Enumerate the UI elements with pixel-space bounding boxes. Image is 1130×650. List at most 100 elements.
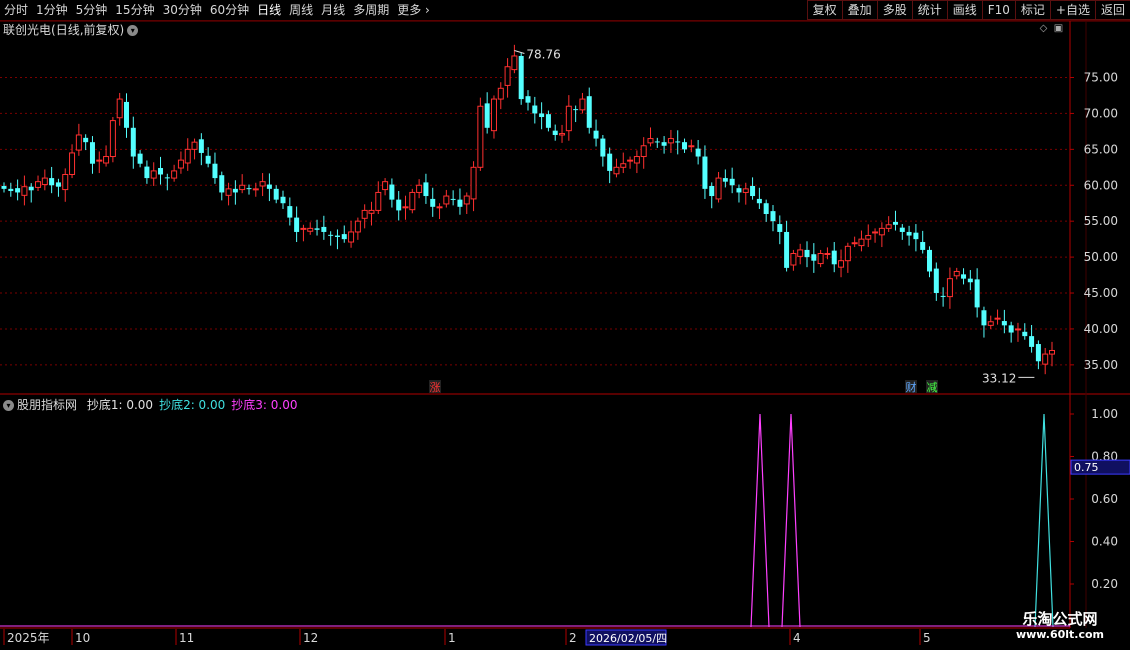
candle-body <box>736 188 742 193</box>
candle-body <box>790 253 797 266</box>
candle-body <box>504 66 511 86</box>
candle-body <box>865 235 872 240</box>
candle-body <box>8 188 14 192</box>
candle-body <box>55 182 61 187</box>
candle-body <box>709 185 715 197</box>
candle-body <box>552 130 558 135</box>
indicator-y-label: 1.00 <box>1091 407 1118 421</box>
event-marker: 减 <box>927 381 938 394</box>
candle-body <box>559 133 566 136</box>
candle-body <box>225 188 232 196</box>
candle-body <box>961 274 967 279</box>
chart-canvas: 75.00 70.00 65.00 60.00 55.00 50.00 45.00 40.00… <box>0 20 1130 646</box>
candle-body <box>1035 344 1041 362</box>
candle-body <box>607 153 613 171</box>
x-axis-label: 2 <box>569 631 577 645</box>
candle-body <box>545 114 551 128</box>
candle-body <box>688 145 695 148</box>
cursor-date: 2026/02/05/四 <box>589 632 667 645</box>
candle-body <box>368 209 375 214</box>
candle-body <box>974 279 980 308</box>
candle-body <box>633 156 640 164</box>
candle-body <box>361 209 368 219</box>
candle-body <box>137 153 143 164</box>
x-axis-label: 10 <box>75 631 90 645</box>
candle-body <box>49 178 55 186</box>
candle-body <box>463 195 470 205</box>
candle-body <box>804 249 810 258</box>
candle-body <box>490 98 497 132</box>
x-axis-label: 5 <box>923 631 931 645</box>
candle-body <box>436 206 443 209</box>
candle-body <box>647 138 654 144</box>
candle-body <box>219 175 225 193</box>
indicator-y-label: 0.40 <box>1091 535 1118 549</box>
candle-body <box>266 184 272 189</box>
candle-body <box>103 156 110 164</box>
candle-body <box>259 181 266 187</box>
watermark-title: 乐淘公式网 <box>1022 610 1098 628</box>
candle-body <box>246 188 252 190</box>
candle-body <box>341 234 347 240</box>
candle-body <box>470 166 477 200</box>
indicator-y-label: 0.60 <box>1091 492 1118 506</box>
candle-body <box>539 113 545 118</box>
candle-body <box>667 138 674 144</box>
candle-body <box>906 231 912 236</box>
x-axis-label: 11 <box>179 631 194 645</box>
candle-body <box>443 195 450 205</box>
event-marker: 涨 <box>430 381 441 394</box>
candle-body <box>885 224 892 229</box>
candle-body <box>184 148 191 164</box>
candle-body <box>158 168 164 175</box>
y-axis-label: 65.00 <box>1084 142 1118 156</box>
candle-body <box>1029 336 1035 347</box>
candle-body <box>252 188 259 191</box>
candle-body <box>858 238 865 247</box>
candle-body <box>682 142 688 150</box>
candle-body <box>586 96 592 128</box>
candle-body <box>287 206 293 218</box>
candle-body <box>967 278 973 283</box>
candle-body <box>722 178 728 182</box>
candle-body <box>981 310 987 326</box>
candle-body <box>899 227 905 232</box>
candle-body <box>892 221 898 225</box>
indicator-spike-2 <box>1034 413 1054 628</box>
y-axis-label: 35.00 <box>1084 358 1118 372</box>
candle-body <box>354 220 361 233</box>
candle-body <box>844 245 851 262</box>
candle-body <box>750 185 756 197</box>
candle-body <box>872 231 879 234</box>
candle-body <box>729 178 735 186</box>
candle-body <box>314 228 320 230</box>
candle-body <box>940 295 946 297</box>
candle-body <box>675 141 681 143</box>
candle-body <box>1042 353 1049 365</box>
candle-body <box>1008 325 1014 333</box>
candle-body <box>627 159 634 162</box>
candle-body <box>1 185 7 189</box>
candle-body <box>878 227 885 236</box>
candle-body <box>328 234 334 236</box>
candle-body <box>15 188 21 193</box>
candle-body <box>416 184 423 193</box>
candle-body <box>525 96 531 103</box>
candle-body <box>307 227 314 232</box>
candle-body <box>477 105 484 168</box>
candle-body <box>620 163 627 168</box>
candle-body <box>987 321 994 326</box>
candle-body <box>1001 321 1007 326</box>
candle-body <box>511 55 518 71</box>
candle-body <box>715 177 722 200</box>
candle-body <box>171 170 178 179</box>
candle-body <box>83 137 89 143</box>
candle-body <box>294 217 300 232</box>
candle-body <box>389 184 395 200</box>
candle-body <box>770 211 776 222</box>
candle-body <box>232 188 238 193</box>
candle-body <box>600 138 606 157</box>
candle-body <box>198 139 204 153</box>
candle-body <box>518 55 524 100</box>
candle-body <box>797 249 804 257</box>
